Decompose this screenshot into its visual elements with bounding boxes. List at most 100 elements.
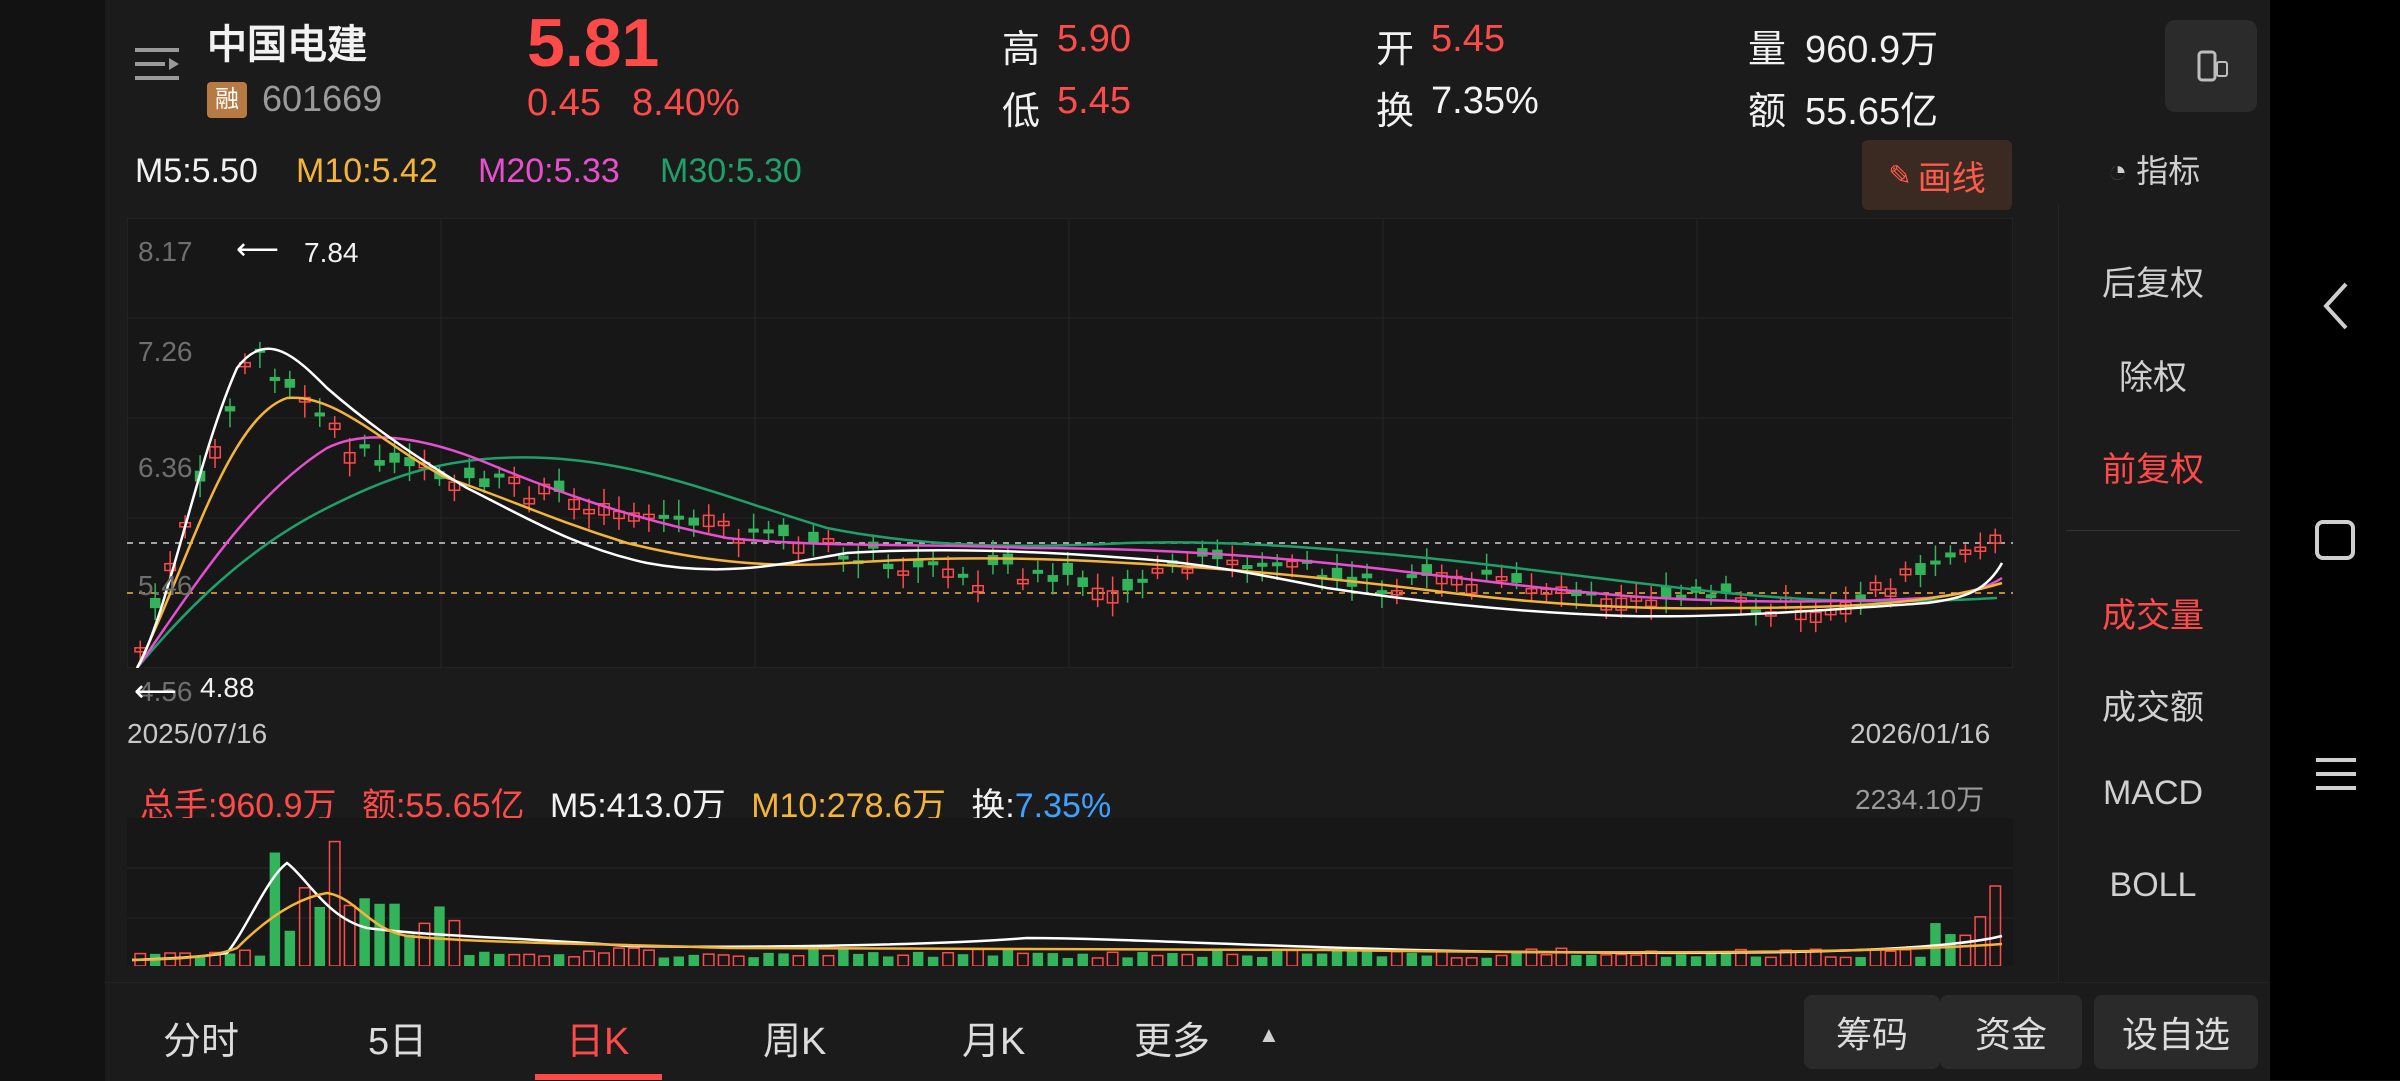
volume-bar xyxy=(658,957,670,966)
candle-body xyxy=(808,531,819,544)
side-item-macd[interactable]: MACD xyxy=(2058,774,2248,813)
volume-value: 960.9万 xyxy=(1805,29,1939,71)
volume-bar xyxy=(1331,950,1343,966)
candle-body xyxy=(1481,569,1492,575)
recents-icon[interactable] xyxy=(2314,754,2358,794)
candle-body xyxy=(688,517,699,526)
candle-body xyxy=(1257,562,1268,567)
caret-up-icon[interactable]: ▲ xyxy=(1258,1022,1280,1048)
stock-name: 中国电建 xyxy=(207,23,367,67)
low-value: 5.45 xyxy=(1057,80,1131,122)
volume-bar xyxy=(374,903,385,966)
candle-body xyxy=(987,555,999,565)
volume-bar xyxy=(1915,956,1926,966)
tab-monthly-k[interactable]: 月K xyxy=(962,1010,1025,1065)
volume-bar xyxy=(838,949,849,966)
rotate-phone-icon xyxy=(2197,50,2228,82)
volume-bar xyxy=(194,956,206,966)
side-item-amount[interactable]: 成交额 xyxy=(2058,680,2248,729)
candle-body xyxy=(1242,565,1253,570)
side-item-post-adjust[interactable]: 后复权 xyxy=(2058,256,2248,305)
indicator-label: 指标 xyxy=(2136,153,2201,189)
indicator-button[interactable]: ◔ 指标 xyxy=(2108,146,2200,192)
volume-bar xyxy=(1062,957,1073,966)
home-icon[interactable] xyxy=(2313,518,2357,562)
volume-bar xyxy=(927,956,939,966)
volume-chart[interactable] xyxy=(127,818,2013,966)
volume-bar xyxy=(553,954,565,966)
y-label-top: 8.17 xyxy=(138,236,193,267)
volume-bar xyxy=(359,898,370,966)
volume-bar xyxy=(1855,957,1866,966)
volume-bar xyxy=(404,934,415,966)
volume-bar xyxy=(688,954,699,966)
candle-body xyxy=(269,376,281,381)
volume-bar xyxy=(464,955,475,966)
tab-weekly-k[interactable]: 周K xyxy=(763,1010,826,1065)
candle-body xyxy=(1855,594,1866,600)
volume-bar xyxy=(673,956,685,966)
candle-body xyxy=(1705,594,1717,599)
candle-body xyxy=(1331,567,1343,580)
volume-bar xyxy=(957,954,969,966)
volume-bar xyxy=(883,956,894,966)
volume-bar xyxy=(254,955,266,966)
volume-bar xyxy=(1301,953,1313,966)
candle-body xyxy=(1511,573,1522,583)
add-watchlist-button[interactable]: 设自选 xyxy=(2094,995,2258,1069)
candle-body xyxy=(1137,578,1148,583)
candle-body xyxy=(1376,590,1388,595)
rotate-phone-button[interactable] xyxy=(2165,20,2257,112)
funds-button[interactable]: 资金 xyxy=(1940,995,2082,1069)
volume-bar xyxy=(1242,955,1253,966)
side-item-pre-adjust[interactable]: 前复权 xyxy=(2058,442,2248,491)
volume-bar xyxy=(1945,934,1956,966)
tab-more[interactable]: 更多 xyxy=(1134,1010,1210,1065)
back-icon[interactable] xyxy=(2318,278,2354,334)
stock-code: 601669 xyxy=(262,78,383,119)
candle-body xyxy=(838,555,849,560)
volume-bar xyxy=(1720,952,1732,966)
candle-body xyxy=(1271,562,1283,567)
gauge-icon: ◔ xyxy=(2108,153,2128,189)
candle-body xyxy=(1361,573,1373,579)
amount-label: 额 xyxy=(1748,91,1787,133)
candle-body xyxy=(1945,552,1956,558)
candle-body xyxy=(224,406,236,412)
turnover-label: 换 xyxy=(1376,91,1415,133)
side-item-volume[interactable]: 成交量 xyxy=(2058,588,2248,637)
y-label-2: 7.26 xyxy=(138,336,193,367)
volume-bar xyxy=(1376,956,1388,966)
turnover-value: 7.35% xyxy=(1431,80,1539,122)
candle-body xyxy=(494,473,505,478)
tab-5day[interactable]: 5日 xyxy=(368,1010,427,1065)
y-label-3: 6.36 xyxy=(138,452,193,483)
price-change: 0.45 xyxy=(527,82,601,124)
tab-daily-k[interactable]: 日K xyxy=(566,1010,629,1065)
candle-body xyxy=(748,528,759,533)
side-item-ex-right[interactable]: 除权 xyxy=(2058,350,2248,399)
candle-body xyxy=(359,444,370,449)
ma5-label: M5:5.50 xyxy=(135,152,258,190)
tab-intraday[interactable]: 分时 xyxy=(163,1010,239,1065)
candle-body xyxy=(778,524,789,537)
volume-bar xyxy=(224,953,236,966)
volume-bar xyxy=(912,951,924,966)
date-start: 2025/07/16 xyxy=(127,718,268,749)
volume-label: 量 xyxy=(1748,29,1787,71)
kline-chart[interactable] xyxy=(127,218,2013,668)
volume-bar xyxy=(1122,957,1133,966)
volume-bar xyxy=(1002,948,1014,966)
menu-icon[interactable] xyxy=(135,44,181,84)
high-value: 5.90 xyxy=(1057,18,1131,60)
rong-badge: 融 xyxy=(207,82,247,118)
low-label: 低 xyxy=(1002,91,1041,133)
volume-bar xyxy=(1361,951,1373,966)
candle-body xyxy=(1122,578,1133,591)
draw-line-button[interactable]: ✎ 画线 xyxy=(1862,140,2012,210)
candle-body xyxy=(673,515,685,520)
side-item-boll[interactable]: BOLL xyxy=(2058,866,2248,905)
volume-bar xyxy=(284,930,296,966)
price-change-pct: 8.40% xyxy=(632,82,740,124)
chips-button[interactable]: 筹码 xyxy=(1804,995,1940,1069)
